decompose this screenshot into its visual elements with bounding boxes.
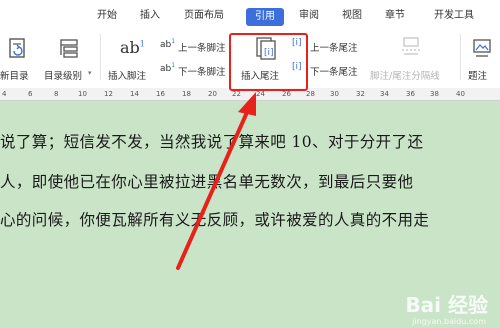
pointer-arrow-icon (176, 92, 256, 270)
